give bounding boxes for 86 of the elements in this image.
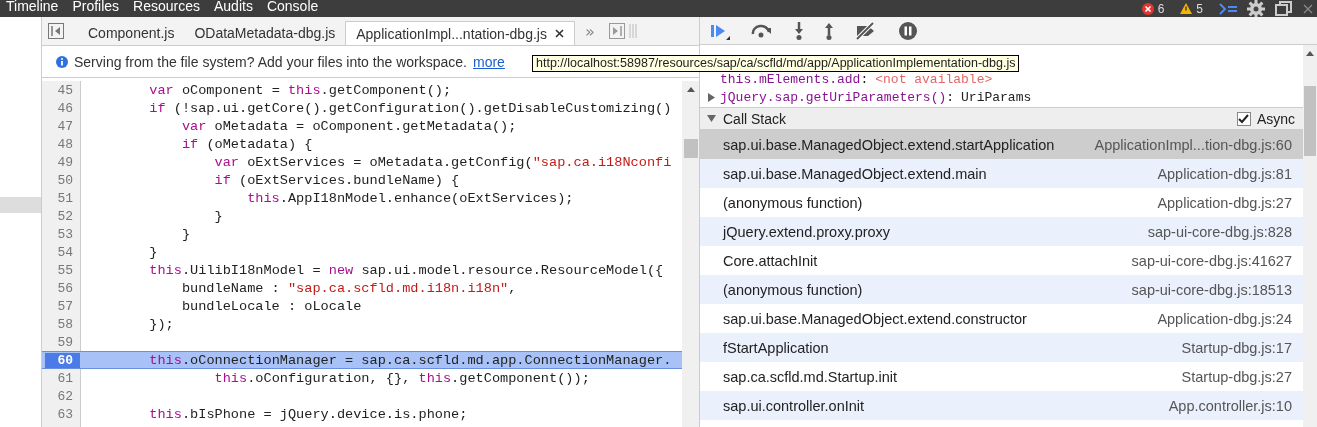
drag-handle-icon[interactable] [628, 24, 637, 38]
breakpoint-marker[interactable]: 60 [45, 352, 80, 368]
line-number: 48 [56, 136, 74, 152]
watch-row[interactable]: this.mElements.add: <not available> [700, 70, 1303, 88]
error-icon[interactable] [1141, 2, 1154, 15]
error-count: 6 [1157, 1, 1165, 16]
more-link[interactable]: more [472, 53, 505, 70]
info-message: Serving from the file system? Add your files into the workspace. [74, 53, 467, 70]
scroll-up-icon[interactable] [1306, 51, 1314, 56]
code-line: this.AppI18nModel.enhance(oExtServices); [246, 190, 574, 206]
line-number: 52 [56, 208, 74, 224]
call-frame[interactable]: jQuery.extend.proxy.proxy sap-ui-core-dbg.js:828 [700, 217, 1303, 246]
file-tab[interactable]: Component.js [78, 21, 185, 45]
file-tab[interactable]: ODataMetadata-dbg.js [184, 21, 346, 45]
line-number: 53 [56, 226, 74, 242]
panel-tab[interactable]: Timeline [6, 0, 59, 13]
line-number: 54 [56, 244, 74, 260]
url-tooltip: http://localhost:58987/resources/sap/ca/scfld/md/app/ApplicationImplementation-dbg.js [532, 55, 1020, 72]
pause-icon[interactable] [898, 20, 918, 41]
step-into-icon[interactable] [794, 21, 804, 40]
watch-expression: jQuery.sap.getUriParameters() [720, 89, 947, 105]
code-line: this.oConfiguration, {}, this.getComponent()); [213, 370, 590, 386]
scrollbar-thumb[interactable] [683, 139, 698, 158]
call-frame[interactable]: sap.ui.base.ManagedObject.extend.main Application-dbg.js:81 [700, 159, 1303, 188]
watch-value: <not available> [875, 71, 993, 87]
line-number: 51 [56, 190, 74, 206]
expand-arrow-icon [707, 115, 716, 122]
line-number: 55 [56, 262, 74, 278]
code-line: if (oMetadata) { [180, 136, 313, 152]
async-checkbox[interactable]: Async [1236, 110, 1295, 127]
line-number: 49 [56, 154, 74, 170]
line-number: 50 [56, 172, 74, 188]
code-line: this.bIsPhone = jQuery.device.is.phone; [148, 406, 468, 422]
dock-icon[interactable] [1275, 0, 1293, 17]
file-tab[interactable]: ApplicationImpl...ntation-dbg.js [345, 21, 575, 45]
code-line: } [148, 244, 158, 260]
info-icon[interactable] [56, 55, 68, 68]
line-number: 58 [56, 316, 74, 332]
code-line: var oExtServices = oMetadata.getConfig("sap.ca.i18Nconfi [213, 154, 672, 170]
line-number: 59 [56, 334, 74, 350]
panel-tab[interactable]: Audits [214, 0, 253, 13]
line-number: 62 [56, 388, 74, 404]
line-number: 46 [56, 100, 74, 116]
code-line: var oComponent = this.getComponent(); [148, 82, 452, 98]
code-line: }); [148, 316, 174, 332]
expand-arrow-icon[interactable] [708, 92, 715, 102]
watch-row[interactable]: jQuery.sap.getUriParameters(): UriParams [700, 88, 1303, 106]
step-over-icon[interactable] [750, 23, 774, 38]
panel-tab[interactable]: Console [266, 0, 319, 13]
colon-separator: : [946, 89, 955, 105]
scroll-up-icon[interactable] [686, 87, 695, 92]
watch-expression: this.mElements.add [720, 71, 861, 87]
line-number: 57 [56, 298, 74, 314]
watch-value: UriParams [961, 89, 1032, 105]
code-line: var oMetadata = oComponent.getMetadata(); [180, 118, 517, 134]
line-number: 56 [56, 280, 74, 296]
code-line: } [213, 208, 223, 224]
code-line: this.oConnectionManager = sap.ca.scfld.md.app.ConnectionManager. [148, 352, 672, 368]
warning-count: 5 [1196, 1, 1203, 16]
call-frame[interactable]: sap.ui.base.ManagedObject.extend.startApplication ApplicationImpl...tion-dbg.js:60 [700, 130, 1303, 159]
scrollbar-thumb[interactable] [1304, 86, 1316, 156]
code-line: } [180, 226, 191, 242]
line-number: 45 [56, 82, 74, 98]
call-stack-header[interactable]: Call Stack Async [700, 107, 1303, 130]
step-out-icon[interactable] [824, 21, 834, 40]
warning-icon[interactable] [1180, 3, 1193, 14]
checkmark-icon [1238, 113, 1250, 124]
line-number: 63 [56, 406, 74, 422]
toggle-debugger-icon[interactable] [608, 23, 625, 39]
line-number: 47 [56, 118, 74, 134]
code-line: if (oExtServices.bundleName) { [213, 172, 460, 188]
call-frame[interactable]: fStartApplication Startup-dbg.js:17 [700, 333, 1303, 362]
colon-separator: : [860, 71, 869, 87]
call-frame[interactable]: (anonymous function) sap-ui-core-dbg.js:18513 [700, 275, 1303, 304]
close-icon[interactable] [554, 29, 564, 38]
code-line: this.UilibI18nModel = new sap.ui.model.resource.ResourceModel({ [148, 262, 664, 278]
code-line: bundleLocale : oLocale [180, 298, 362, 314]
code-line: bundleName : "sap.ca.scfld.md.i18n.i18n", [180, 280, 517, 296]
panel-tab[interactable]: Resources [133, 0, 200, 13]
panel-tab[interactable]: Profiles [72, 0, 120, 13]
toggle-navigator-icon[interactable] [48, 23, 64, 39]
console-drawer-icon[interactable] [1219, 2, 1237, 15]
line-number: 61 [56, 370, 74, 386]
navigator-selection [0, 197, 41, 213]
call-frame[interactable]: sap.ui.controller.onInit App.controller.js:10 [700, 391, 1303, 420]
code-line: if (!sap.ui.getCore().getConfiguration().getDisableCustomizing() [148, 100, 672, 116]
